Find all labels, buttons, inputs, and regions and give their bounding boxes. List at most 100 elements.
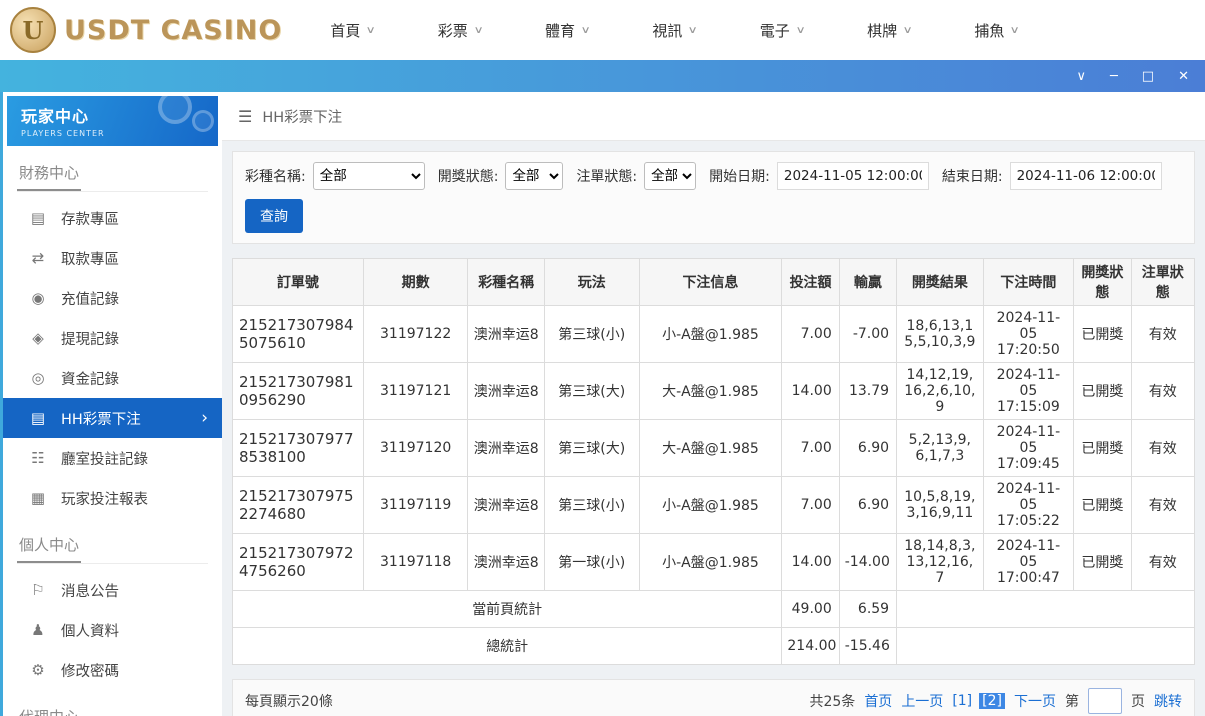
close-icon[interactable]: ✕ <box>1178 70 1189 83</box>
cell-bet-status: 有效 <box>1131 306 1194 363</box>
pagination-bar: 每頁顯示20條 共25条 首页 上一页 [1][2] 下一页 第 页 跳转 <box>232 679 1195 716</box>
sidebar-item-1-1[interactable]: ♟個人資料 <box>3 610 222 650</box>
cell-lottery-name: 澳洲幸运8 <box>468 306 544 363</box>
col-header-lottery-name: 彩種名稱 <box>468 259 544 306</box>
first-page-link[interactable]: 首页 <box>864 691 892 711</box>
cell-draw-status: 已開獎 <box>1074 363 1131 420</box>
cell-play-type: 第一球(小) <box>544 534 639 591</box>
chevron-down-icon: ∨ <box>366 25 376 36</box>
col-header-win-loss: 輸贏 <box>839 259 896 306</box>
pager: 共25条 首页 上一页 [1][2] 下一页 第 页 跳转 <box>809 688 1182 714</box>
nav-item-4[interactable]: 電子∨ <box>760 20 804 41</box>
cell-lottery-name: 澳洲幸运8 <box>468 477 544 534</box>
chevron-down-icon: ∨ <box>795 25 805 36</box>
total-count-text: 共25条 <box>809 691 855 711</box>
filter-button-row: 查詢 <box>245 199 1182 233</box>
cell-period: 31197119 <box>363 477 468 534</box>
logo-emblem-icon: U <box>10 7 56 53</box>
chevron-down-icon: ∨ <box>688 25 698 36</box>
nav-item-label: 視訊 <box>652 20 682 41</box>
nav-item-0[interactable]: 首頁 ∨ <box>330 20 374 41</box>
sidebar-item-1-2[interactable]: ⚙修改密碼 <box>3 650 222 690</box>
sidebar-section-label: 個人中心 <box>17 530 208 564</box>
user-icon: ♟ <box>29 621 47 639</box>
next-page-link[interactable]: 下一页 <box>1014 691 1056 711</box>
top-bar: U USDT CASINO 首頁∨彩票∨體育∨視訊∨電子∨棋牌∨捕魚∨ <box>0 0 1205 60</box>
cell-order-no: 2152173079724756260 <box>233 534 364 591</box>
cell-draw-result: 18,6,13,15,5,10,3,9 <box>897 306 984 363</box>
nav-item-3[interactable]: 視訊 ∨ <box>652 20 696 41</box>
search-button[interactable]: 查詢 <box>245 199 303 233</box>
chevron-down-icon: ∨ <box>903 25 913 36</box>
sidebar-section-label: 代理中心 <box>17 702 208 716</box>
chevron-down-icon: ∨ <box>1010 25 1020 36</box>
sidebar-item-0-5[interactable]: ▤HH彩票下注› <box>3 398 222 438</box>
start-date-input[interactable] <box>777 162 929 190</box>
table-row: 215217307975227468031197119澳洲幸运8第三球(小)小-… <box>233 477 1195 534</box>
cell-draw-status: 已開獎 <box>1074 306 1131 363</box>
maximize-icon[interactable]: □ <box>1142 70 1154 83</box>
sidebar-item-0-7[interactable]: ▦玩家投注報表 <box>3 478 222 518</box>
funds-record-icon: ◎ <box>29 369 47 387</box>
page-summary-empty <box>897 591 1195 628</box>
casino-logo[interactable]: U USDT CASINO <box>10 7 282 53</box>
logo-text: USDT CASINO <box>64 15 282 46</box>
main-area: ☰ HH彩票下注 彩種名稱: 全部 開獎狀態: 全部 注單狀態 <box>222 92 1205 716</box>
withdraw-icon: ⇄ <box>29 249 47 267</box>
end-date-input[interactable] <box>1010 162 1162 190</box>
bet-status-select[interactable]: 全部 <box>644 162 696 190</box>
player-bet-report-icon: ▦ <box>29 489 47 507</box>
sidebar-item-label: 提現記錄 <box>61 328 119 349</box>
nav-item-label: 棋牌 <box>867 20 897 41</box>
page-summary-row: 當前頁統計49.006.59 <box>233 591 1195 628</box>
table-row: 215217307972475626031197118澳洲幸运8第一球(小)小-… <box>233 534 1195 591</box>
draw-status-select[interactable]: 全部 <box>505 162 563 190</box>
sidebar-item-0-3[interactable]: ◈提現記錄 <box>3 318 222 358</box>
bets-table: 訂單號期數彩種名稱玩法下注信息投注額輸贏開獎結果下注時間開獎狀態注單狀態 215… <box>232 258 1195 665</box>
col-header-draw-status: 開獎狀態 <box>1074 259 1131 306</box>
bet-status-label: 注單狀態: <box>576 166 637 186</box>
sidebar-item-0-0[interactable]: ▤存款專區 <box>3 198 222 238</box>
cell-bet-status: 有效 <box>1131 420 1194 477</box>
chevron-down-icon[interactable]: ∨ <box>1076 70 1086 83</box>
cell-win-loss: -7.00 <box>839 306 896 363</box>
hamburger-icon[interactable]: ☰ <box>238 107 252 126</box>
pager-page-link[interactable]: [1] <box>952 693 972 709</box>
grand-summary-row: 總統計214.00-15.46 <box>233 628 1195 665</box>
sidebar-item-0-4[interactable]: ◎ 資金記錄 <box>3 358 222 398</box>
page-summary-bet-total: 49.00 <box>782 591 839 628</box>
cell-play-type: 第三球(小) <box>544 477 639 534</box>
nav-item-6[interactable]: 捕魚∨ <box>974 20 1018 41</box>
cell-bet-amount: 14.00 <box>782 534 839 591</box>
col-header-order-no: 訂單號 <box>233 259 364 306</box>
page-summary-label: 當前頁統計 <box>233 591 782 628</box>
sidebar-subtitle: PLAYERS CENTER <box>21 129 218 138</box>
bell-icon: ⚐ <box>29 581 47 599</box>
cell-bet-time: 2024-11-05 17:20:50 <box>983 306 1074 363</box>
nav-item-1[interactable]: 彩票∨ <box>438 20 482 41</box>
prev-page-link[interactable]: 上一页 <box>901 691 943 711</box>
pager-pages: [1] [2] <box>952 693 1005 709</box>
pager-page-current[interactable]: [2] <box>979 693 1005 709</box>
minimize-icon[interactable]: ─ <box>1110 70 1118 83</box>
cell-win-loss: 13.79 <box>839 363 896 420</box>
sidebar-item-0-2[interactable]: ◉充值記錄 <box>3 278 222 318</box>
nav-item-label: 首頁 <box>330 20 360 41</box>
lottery-name-label: 彩種名稱: <box>245 166 306 186</box>
sidebar-item-label: 資金記錄 <box>61 368 119 389</box>
jump-link[interactable]: 跳转 <box>1154 691 1182 711</box>
cell-bet-time: 2024-11-05 17:09:45 <box>983 420 1074 477</box>
cell-period: 31197121 <box>363 363 468 420</box>
cell-bet-time: 2024-11-05 17:00:47 <box>983 534 1074 591</box>
nav-item-2[interactable]: 體育∨ <box>545 20 589 41</box>
cell-draw-status: 已開獎 <box>1074 534 1131 591</box>
sidebar-item-0-6[interactable]: ☷廳室投註記錄 <box>3 438 222 478</box>
lottery-name-select[interactable]: 全部 <box>313 162 425 190</box>
grand-summary-empty <box>897 628 1195 665</box>
sidebar-item-1-0[interactable]: ⚐消息公告 <box>3 570 222 610</box>
sidebar-item-0-1[interactable]: ⇄取款專區 <box>3 238 222 278</box>
cell-order-no: 2152173079778538100 <box>233 420 364 477</box>
nav-item-5[interactable]: 棋牌 ∨ <box>867 20 911 41</box>
page-jump-input[interactable] <box>1088 688 1122 714</box>
end-date-label: 結束日期: <box>942 166 1003 186</box>
